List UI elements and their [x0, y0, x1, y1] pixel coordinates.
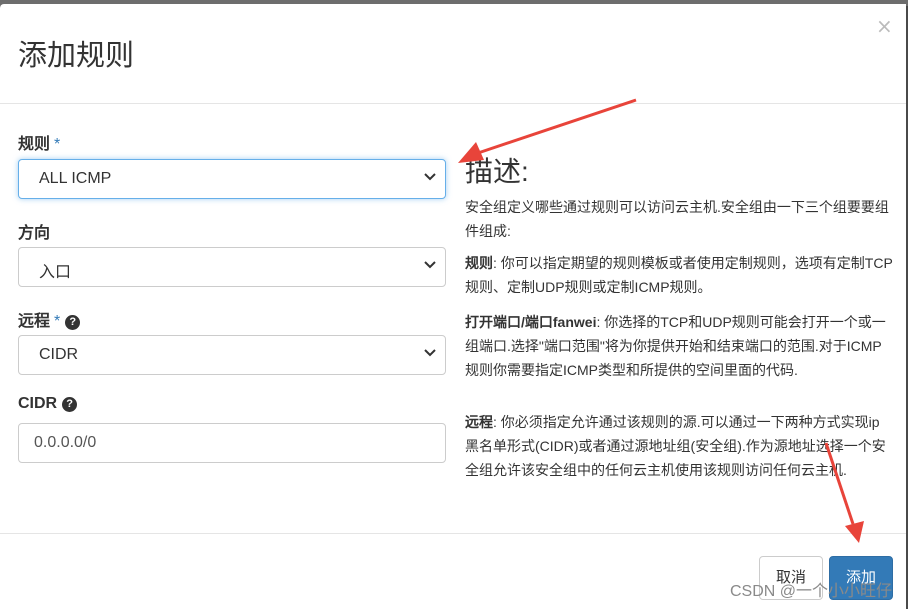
description-heading: 描述:: [465, 156, 529, 187]
question-circle-icon[interactable]: ?: [62, 397, 78, 412]
dialog-title: 添加规则: [18, 38, 135, 72]
cidr-input[interactable]: 0.0.0.0/0: [18, 423, 446, 463]
remote-term: 远程: [465, 414, 493, 430]
rule-label-text: 规则: [18, 136, 51, 153]
cidr-input-value: 0.0.0.0/0: [34, 434, 97, 451]
rule-term: 规则: [465, 255, 493, 271]
chevron-down-icon: [424, 349, 436, 357]
required-mark: *: [54, 313, 61, 330]
rule-select[interactable]: ALL ICMP: [18, 159, 446, 199]
direction-select-value: 入口: [39, 264, 72, 281]
remote-text: : 你必须指定允许通过该规则的源.可以通过一下两种方式实现ip黑名单形式(CID…: [465, 414, 886, 478]
question-circle-icon[interactable]: ?: [65, 315, 81, 330]
add-rule-dialog: 添加规则 × 规则 * ALL ICMP 方向 入口 远程 * ? CIDR C…: [0, 4, 906, 609]
remote-select[interactable]: CIDR: [18, 335, 446, 375]
screenshot-stage: 添加规则 × 规则 * ALL ICMP 方向 入口 远程 * ? CIDR C…: [0, 0, 908, 609]
rule-label: 规则 *: [18, 130, 60, 154]
rule-select-value: ALL ICMP: [39, 170, 112, 187]
dialog-body: 规则 * ALL ICMP 方向 入口 远程 * ? CIDR CIDR ? 0…: [0, 104, 906, 534]
description-rule: 规则: 你可以指定期望的规则模板或者使用定制规则，选项有定制TCP规则、定制UD…: [465, 251, 893, 299]
required-mark: *: [54, 136, 61, 153]
direction-label: 方向: [18, 219, 50, 243]
remote-select-value: CIDR: [39, 346, 79, 363]
close-icon[interactable]: ×: [876, 16, 893, 36]
description-port: 打开端口/端口fanwei: 你选择的TCP和UDP规则可能会打开一个或一组端口…: [465, 310, 893, 382]
chevron-down-icon: [424, 173, 436, 181]
description-remote: 远程: 你必须指定允许通过该规则的源.可以通过一下两种方式实现ip黑名单形式(C…: [465, 410, 893, 482]
rule-text: : 你可以指定期望的规则模板或者使用定制规则，选项有定制TCP规则、定制UDP规…: [465, 255, 893, 295]
port-term: 打开端口/端口fanwei: [465, 314, 597, 330]
watermark: CSDN @一个小小旺仔: [729, 583, 892, 600]
chevron-down-icon: [424, 261, 436, 269]
remote-label: 远程 *?: [18, 307, 81, 331]
cidr-label-text: CIDR: [18, 395, 58, 412]
description-intro: 安全组定义哪些通过规则可以访问云主机.安全组由一下三个组要要组件组成:: [465, 199, 889, 239]
direction-label-text: 方向: [18, 225, 51, 242]
direction-select[interactable]: 入口: [18, 247, 446, 287]
cidr-label: CIDR?: [18, 395, 78, 413]
dialog-header: 添加规则 ×: [0, 4, 906, 104]
remote-label-text: 远程: [18, 313, 51, 330]
